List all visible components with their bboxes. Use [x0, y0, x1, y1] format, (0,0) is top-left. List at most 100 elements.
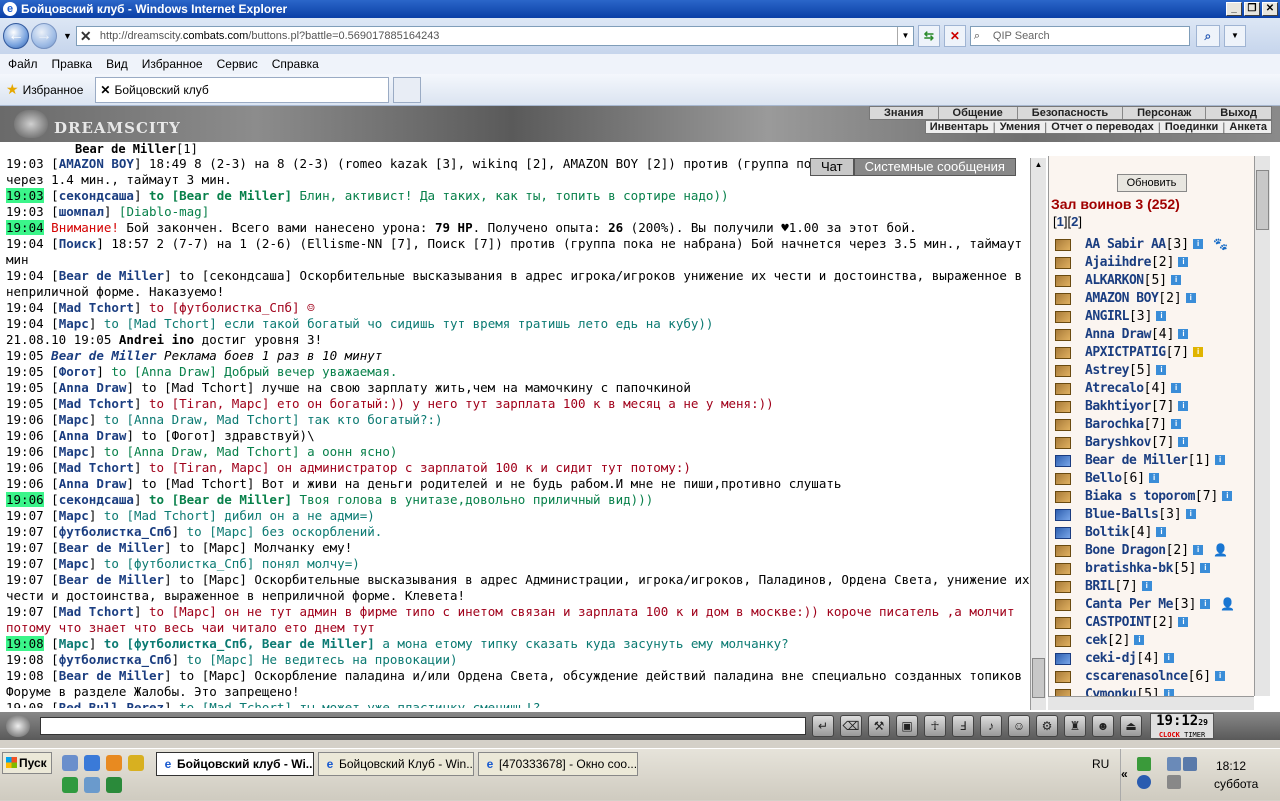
sender-name[interactable]: Bear de Miller — [59, 540, 164, 555]
sender-name[interactable]: Anna Draw — [59, 476, 127, 491]
user-name[interactable]: ANGIRL — [1085, 309, 1129, 324]
message-time[interactable]: 19:04 — [6, 300, 44, 315]
user-list-hscrollbar[interactable] — [1048, 696, 1254, 710]
user-info-icon[interactable]: i — [1222, 491, 1233, 501]
private-message-icon[interactable] — [1053, 435, 1073, 449]
recipient[interactable]: to [Марс] — [172, 668, 247, 683]
private-message-icon[interactable] — [1053, 255, 1073, 269]
taskbar-ie-window-1[interactable]: Бойцовский клуб - Wi... — [156, 752, 314, 776]
user-name[interactable]: Bakhtiyor — [1085, 399, 1151, 414]
message-time[interactable]: 21.08.10 19:05 — [6, 332, 111, 347]
message-time[interactable]: 19:04 — [6, 220, 44, 235]
message-time[interactable]: 19:08 — [6, 700, 44, 708]
recipient[interactable]: to [Tiran, Марс] — [142, 396, 269, 411]
user-list-item[interactable]: Bakhtiyor [7] i — [1049, 397, 1254, 415]
recipient[interactable]: to [секондсаша] — [172, 268, 292, 283]
user-info-icon[interactable]: i — [1178, 437, 1189, 447]
tray-volume-icon[interactable] — [1167, 775, 1181, 789]
private-message-icon[interactable] — [1053, 633, 1073, 647]
message-time[interactable]: 19:07 — [6, 508, 44, 523]
quicklaunch-app-icon[interactable] — [106, 777, 122, 793]
favorites-button[interactable]: Избранное — [23, 83, 84, 97]
user-info-icon[interactable]: i — [1215, 671, 1226, 681]
sender-name[interactable]: футболистка_Спб — [59, 652, 172, 667]
menu-edit[interactable]: Правка — [52, 57, 93, 71]
sender-name[interactable]: Марс — [59, 556, 89, 571]
recipient[interactable]: to [Anna Draw, Mad Tchort] — [96, 444, 300, 459]
private-message-icon[interactable] — [1053, 669, 1073, 683]
recipient[interactable]: to [Марс] — [172, 572, 247, 587]
message-time[interactable]: 19:03 — [6, 188, 44, 203]
user-info-icon[interactable]: i — [1178, 617, 1189, 627]
user-name[interactable]: Astrey — [1085, 363, 1129, 378]
private-message-icon[interactable] — [1053, 543, 1073, 557]
user-name[interactable]: Atrecalo — [1085, 381, 1144, 396]
recipient[interactable]: to [Mad Tchort] — [172, 700, 292, 708]
recipient[interactable]: to [Bear de Miller] — [142, 188, 292, 203]
private-message-icon[interactable] — [1053, 273, 1073, 287]
sub-menu-skills[interactable]: Умения — [996, 121, 1044, 133]
private-message-icon[interactable] — [1053, 687, 1073, 696]
sender-name[interactable]: Red Bull Perez — [59, 700, 164, 708]
sender-name[interactable]: AMAZON BOY — [59, 156, 134, 171]
user-info-icon[interactable]: i — [1171, 383, 1182, 393]
private-message-icon[interactable] — [1053, 489, 1073, 503]
user-list-item[interactable]: Bello [6] i — [1049, 469, 1254, 487]
forward-button[interactable]: → — [31, 23, 57, 49]
tray-display-icon[interactable] — [1183, 757, 1197, 771]
private-message-icon[interactable] — [1053, 561, 1073, 575]
user-name[interactable]: АРХІСТРАТІG — [1085, 345, 1166, 360]
user-list-item[interactable]: cscarenasolnce [6] i — [1049, 667, 1254, 685]
private-message-icon[interactable] — [1053, 579, 1073, 593]
sender-name[interactable]: Марс — [59, 636, 89, 651]
message-time[interactable]: 19:06 — [6, 428, 44, 443]
sender-name[interactable]: шомпал — [59, 204, 104, 219]
scroll-up-icon[interactable]: ▲ — [1031, 158, 1046, 172]
user-list-item[interactable]: АРХІСТРАТІG [7] i — [1049, 343, 1254, 361]
user-list-item[interactable]: bratishka-bk [5] i — [1049, 559, 1254, 577]
player-name[interactable]: Andrei ino — [119, 332, 194, 347]
language-indicator[interactable]: RU — [1092, 757, 1109, 771]
user-info-icon[interactable]: i — [1215, 455, 1226, 465]
private-message-icon[interactable] — [1053, 381, 1073, 395]
user-name[interactable]: CASTPOINT — [1085, 615, 1151, 630]
user-list-item[interactable]: Anna Draw [4] i — [1049, 325, 1254, 343]
menu-help[interactable]: Справка — [272, 57, 319, 71]
user-name[interactable]: Cymonku — [1085, 687, 1137, 697]
user-name[interactable]: cek — [1085, 633, 1107, 648]
message-time[interactable]: 19:07 — [6, 572, 44, 587]
recipient[interactable]: to [Mad Tchort] — [134, 476, 254, 491]
new-tab-button[interactable] — [393, 76, 422, 103]
filter-icon[interactable]: ⚒ — [868, 715, 890, 737]
user-list-item[interactable]: cek [2] i — [1049, 631, 1254, 649]
private-message-icon[interactable] — [1053, 471, 1073, 485]
top-menu-security[interactable]: Безопасность — [1016, 107, 1122, 119]
user-list-item[interactable]: Blue-Balls [3] i — [1049, 505, 1254, 523]
user-list-item[interactable]: Ajaiihdre [2] i — [1049, 253, 1254, 271]
user-name[interactable]: ALKARKON — [1085, 273, 1144, 288]
sender-name[interactable]: секондсаша — [59, 492, 134, 507]
menu-view[interactable]: Вид — [106, 57, 128, 71]
tab-chat[interactable]: Чат — [810, 158, 854, 176]
private-message-icon[interactable] — [1053, 345, 1073, 359]
user-list-item[interactable]: ALKARKON [5] i — [1049, 271, 1254, 289]
user-info-icon[interactable]: i — [1185, 509, 1196, 519]
sender-name[interactable]: Mad Tchort — [59, 460, 134, 475]
private-message-icon[interactable] — [1053, 651, 1073, 665]
menu-file[interactable]: Файл — [8, 57, 38, 71]
walk-icon[interactable]: ☥ — [924, 715, 946, 737]
message-time[interactable]: 19:07 — [6, 604, 44, 619]
search-options-button[interactable]: ▼ — [1223, 25, 1246, 47]
sender-name[interactable]: Bear de Miller — [51, 348, 156, 363]
tray-network-icon[interactable] — [1137, 757, 1151, 771]
sender-name[interactable]: Bear de Miller — [59, 572, 164, 587]
recipient[interactable]: to [Anna Draw, Mad Tchort] — [96, 412, 300, 427]
top-menu-character[interactable]: Персонаж — [1122, 107, 1205, 119]
user-info-icon[interactable]: i — [1193, 347, 1204, 357]
user-info-icon[interactable]: i — [1163, 689, 1174, 696]
message-time[interactable]: 19:06 — [6, 444, 44, 459]
chat-settings-icon[interactable] — [6, 715, 30, 737]
recipient[interactable]: to [футболистка_Спб] — [142, 300, 300, 315]
send-icon[interactable]: ↵ — [812, 715, 834, 737]
user-list-item[interactable]: ceki-dj [4] i — [1049, 649, 1254, 667]
